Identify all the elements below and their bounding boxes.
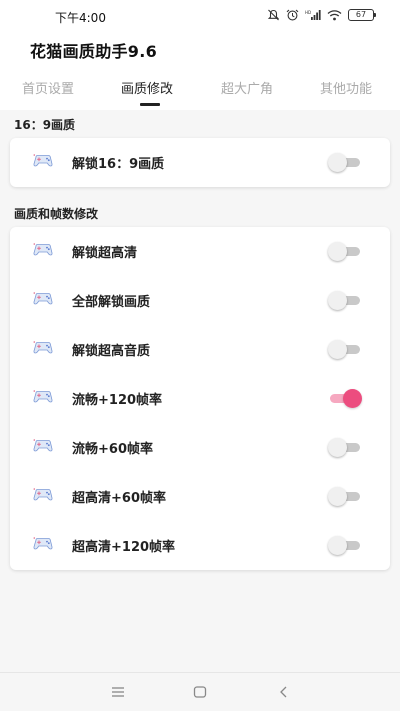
tab-quality-modify[interactable]: 画质修改 bbox=[121, 78, 173, 97]
game-controller-icon bbox=[33, 243, 53, 256]
setting-row[interactable]: 解锁16：9画质 bbox=[10, 138, 390, 187]
game-controller-icon bbox=[33, 537, 53, 550]
toggle-knob bbox=[328, 242, 347, 261]
setting-label: 超高清+120帧率 bbox=[72, 540, 176, 555]
setting-row[interactable]: 解锁超高清 bbox=[10, 227, 390, 276]
alarm-icon bbox=[286, 9, 299, 21]
tab-bar: 首页设置 画质修改 超大广角 其他功能 bbox=[0, 66, 400, 110]
back-icon[interactable] bbox=[274, 683, 294, 701]
card-quality-fps: 解锁超高清 全部解锁画质 解锁超高音质 流畅+120帧率 流畅+60帧率 超高清… bbox=[10, 227, 390, 570]
setting-row[interactable]: 流畅+60帧率 bbox=[10, 423, 390, 472]
setting-label: 超高清+60帧率 bbox=[72, 491, 166, 506]
toggle-switch[interactable] bbox=[328, 389, 362, 408]
toggle-switch[interactable] bbox=[328, 340, 362, 359]
toggle-switch[interactable] bbox=[328, 536, 362, 555]
toggle-knob bbox=[343, 389, 362, 408]
status-bar: 下午4:00 HD 67 bbox=[0, 0, 400, 32]
toggle-knob bbox=[328, 438, 347, 457]
toggle-knob bbox=[328, 340, 347, 359]
status-icons: HD 67 bbox=[267, 9, 376, 21]
app-header: 花猫画质助手9.6 bbox=[0, 32, 400, 66]
system-nav-bar bbox=[0, 672, 400, 711]
setting-row[interactable]: 流畅+120帧率 bbox=[10, 374, 390, 423]
game-controller-icon bbox=[33, 341, 53, 354]
toggle-switch[interactable] bbox=[328, 438, 362, 457]
game-controller-icon bbox=[33, 390, 53, 403]
toggle-knob bbox=[328, 291, 347, 310]
setting-row[interactable]: 解锁超高音质 bbox=[10, 325, 390, 374]
battery-icon: 67 bbox=[348, 9, 376, 21]
tab-wide-angle[interactable]: 超大广角 bbox=[221, 78, 273, 97]
section-title-quality-fps: 画质和帧数修改 bbox=[14, 207, 99, 221]
game-controller-icon bbox=[33, 154, 53, 167]
setting-row[interactable]: 超高清+60帧率 bbox=[10, 472, 390, 521]
toggle-knob bbox=[328, 536, 347, 555]
game-controller-icon bbox=[33, 488, 53, 501]
setting-label: 解锁超高清 bbox=[72, 246, 138, 261]
toggle-switch[interactable] bbox=[328, 242, 362, 261]
mute-icon bbox=[267, 9, 280, 21]
setting-row[interactable]: 全部解锁画质 bbox=[10, 276, 390, 325]
menu-icon[interactable] bbox=[108, 683, 128, 701]
toggle-switch[interactable] bbox=[328, 153, 362, 172]
toggle-knob bbox=[328, 487, 347, 506]
game-controller-icon bbox=[33, 292, 53, 305]
tab-home-settings[interactable]: 首页设置 bbox=[22, 78, 74, 97]
home-icon[interactable] bbox=[190, 683, 210, 701]
tab-indicator bbox=[140, 103, 160, 106]
wifi-icon bbox=[327, 10, 342, 21]
tab-other-functions[interactable]: 其他功能 bbox=[320, 78, 372, 97]
setting-label: 解锁16：9画质 bbox=[72, 157, 165, 172]
section-title-16-9: 16：9画质 bbox=[14, 118, 76, 132]
svg-text:HD: HD bbox=[305, 10, 311, 15]
setting-label: 全部解锁画质 bbox=[72, 295, 151, 310]
setting-label: 解锁超高音质 bbox=[72, 344, 151, 359]
app-screen: 下午4:00 HD 67 花猫画质助手9.6 首页设置 画质修改 超大广角 其他… bbox=[0, 0, 400, 711]
app-title: 花猫画质助手9.6 bbox=[30, 42, 158, 61]
status-time: 下午4:00 bbox=[55, 11, 106, 25]
toggle-switch[interactable] bbox=[328, 487, 362, 506]
game-controller-icon bbox=[33, 439, 53, 452]
setting-label: 流畅+120帧率 bbox=[72, 393, 163, 408]
setting-row[interactable]: 超高清+120帧率 bbox=[10, 521, 390, 570]
toggle-switch[interactable] bbox=[328, 291, 362, 310]
card-16-9: 解锁16：9画质 bbox=[10, 138, 390, 187]
toggle-knob bbox=[328, 153, 347, 172]
signal-icon: HD bbox=[305, 10, 321, 20]
setting-label: 流畅+60帧率 bbox=[72, 442, 153, 457]
